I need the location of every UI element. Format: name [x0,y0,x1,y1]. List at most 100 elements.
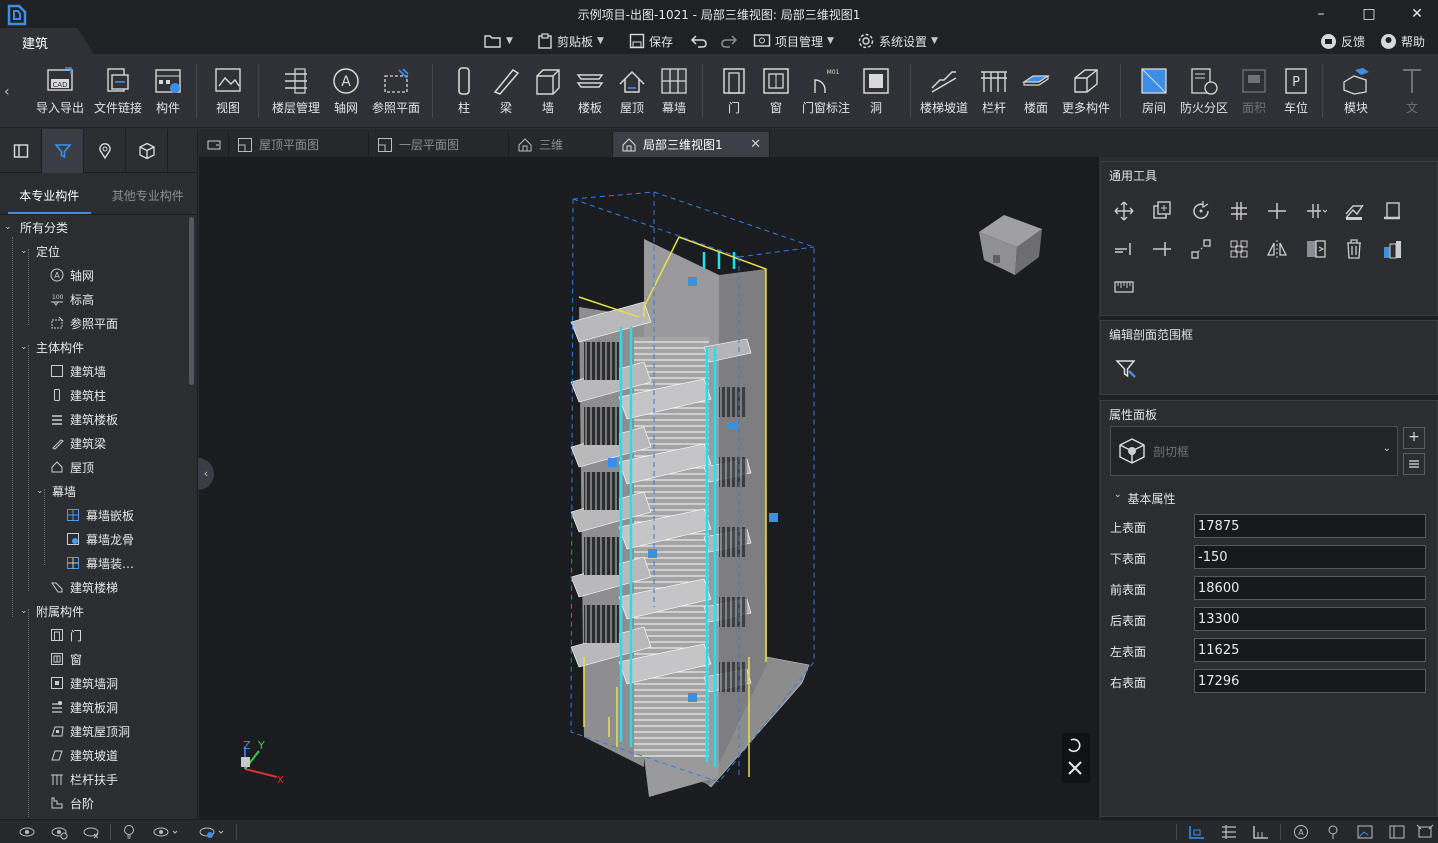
location-mode-button[interactable] [84,129,126,173]
grip-front[interactable] [648,549,657,558]
ribbon-scroll-left-icon[interactable]: ‹ [4,84,10,100]
tree-node-main-components[interactable]: ⌄ 主体构件 [20,336,84,358]
grip-left[interactable] [608,458,617,467]
ribbon-button-module[interactable]: 模块 [1328,66,1384,124]
tree-node-curtain-wall[interactable]: ⌄ 幕墙 [36,480,76,502]
light-bulb-icon[interactable] [120,824,138,840]
grip-bottom[interactable] [688,693,697,702]
copy-tool-button[interactable] [1149,198,1175,224]
grip-top[interactable] [688,277,697,286]
location-pin-icon[interactable] [1324,824,1342,840]
offset-tool-button[interactable] [1341,198,1367,224]
hide-eye-icon[interactable] [82,824,100,840]
property-value-input[interactable] [1194,514,1426,538]
close-tab-icon[interactable]: ✕ [750,137,761,152]
grid-snap-icon[interactable] [1188,824,1206,840]
tree-node-arch-slab[interactable]: 建筑楼板 [50,408,118,430]
wall-join-tool-button[interactable] [1111,236,1137,262]
type-selector[interactable]: 剖切框 ⌄ [1110,426,1398,476]
tree-node-positioning[interactable]: ⌄ 定位 [20,240,60,262]
isolate-eye-icon[interactable] [50,824,68,840]
render-mode-icon[interactable] [198,824,226,840]
tree-node-steps[interactable]: 台阶 [50,792,94,814]
tree-node-slab-opening[interactable]: 建筑板洞 [50,696,118,718]
add-type-button[interactable]: + [1403,427,1425,449]
property-value-input[interactable] [1194,607,1426,631]
tree-node-arch-stair[interactable]: 建筑楼梯 [50,576,118,598]
list-view-icon[interactable] [1220,824,1238,840]
tree-node-roof-opening[interactable]: 建筑屋顶洞 [50,720,130,742]
tree-node-window[interactable]: 窗 [50,648,82,670]
tab-architecture[interactable]: 建筑 [0,28,94,54]
grip-right[interactable] [769,513,778,522]
tree-node-elevation[interactable]: 100 标高 [50,288,94,310]
minimize-button[interactable]: – [1306,4,1336,24]
sidebar-toggle-button[interactable] [0,129,42,173]
grip-back[interactable] [728,421,737,430]
ribbon-button-component[interactable]: 构件 [140,66,196,124]
undo-button[interactable] [690,32,708,50]
measure-icon[interactable] [1252,824,1270,840]
tree-node-wall-opening[interactable]: 建筑墙洞 [50,672,118,694]
tab-3d[interactable]: 三维 [509,132,613,157]
tree-node-reference-plane[interactable]: 参照平面 [50,312,118,334]
tab-list-button[interactable] [199,132,229,157]
help-button[interactable]: 帮助 [1380,32,1425,50]
tab-local-3d-view[interactable]: 局部三维视图1 ✕ [613,132,770,157]
3d-array-tool-button[interactable] [1379,236,1405,262]
display-mode-icon[interactable] [152,824,180,840]
3d-viewport[interactable]: Z Y X [199,157,1099,819]
ribbon-button-text[interactable]: 文 [1384,66,1438,124]
property-value-input[interactable] [1194,638,1426,662]
tree-node-curtain-panel[interactable]: 幕墙嵌板 [66,504,134,526]
tree-node-all[interactable]: ⌄ 所有分类 [4,216,68,238]
maximize-button[interactable]: □ [1354,4,1384,24]
ribbon-button-reference-plane[interactable]: 参照平面 [368,66,424,124]
clipboard-menu[interactable]: 剪贴板 ▼ [537,32,604,50]
filter-mode-button[interactable] [42,129,84,173]
redo-button[interactable] [720,32,738,50]
move-tool-button[interactable] [1111,198,1137,224]
ribbon-button-more-components[interactable]: 更多构件 [1058,66,1114,124]
tree-node-railing[interactable]: 栏杆扶手 [50,768,118,790]
feedback-button[interactable]: 反馈 [1320,32,1365,50]
save-button[interactable]: 保存 [629,32,673,50]
panel-toggle-icon[interactable] [1388,824,1406,840]
array-tool-button[interactable] [1188,236,1214,262]
trim-extend-tool-button[interactable] [1303,198,1329,224]
property-value-input[interactable] [1194,669,1426,693]
tree-node-axis-grid[interactable]: A 轴网 [50,264,94,286]
delete-tool-button[interactable] [1341,236,1367,262]
replace-tool-button[interactable] [1303,236,1329,262]
ribbon-button-view[interactable]: 视图 [200,66,256,124]
type-settings-button[interactable] [1403,453,1425,475]
property-value-input[interactable] [1194,576,1426,600]
tree-node-arch-column[interactable]: 建筑柱 [50,384,106,406]
tree-node-attached-components[interactable]: ⌄ 附属构件 [20,600,84,622]
tree-node-ramp[interactable]: 建筑坡道 [50,744,118,766]
axis-toggle-icon[interactable]: A [1292,824,1310,840]
ribbon-button-curtain-wall[interactable]: 幕墙 [646,66,702,124]
visibility-eye-icon[interactable] [18,824,36,840]
split-element-tool-button[interactable] [1149,236,1175,262]
tab-other-discipline[interactable]: 其他专业构件 [99,173,198,214]
property-value-input[interactable] [1194,545,1426,569]
split-tool-button[interactable] [1264,198,1290,224]
align-tool-button[interactable] [1226,198,1252,224]
system-settings-menu[interactable]: 系统设置 ▼ [857,32,938,50]
project-management-menu[interactable]: 项目管理 ▼ [753,32,834,50]
tree-node-curtain-mullion[interactable]: 幕墙龙骨 [66,528,134,550]
fullscreen-icon[interactable] [1416,824,1434,840]
basic-properties-group[interactable]: ⌄ 基本属性 [1114,490,1176,507]
tab-this-discipline[interactable]: 本专业构件 [0,173,99,214]
tree-node-arch-beam[interactable]: 建筑梁 [50,432,106,454]
model-mode-button[interactable] [126,129,168,173]
rotate-tool-button[interactable] [1188,198,1214,224]
tree-node-door[interactable]: 门 [50,624,82,646]
section-filter-button[interactable] [1113,356,1139,382]
tree-scrollbar[interactable] [189,217,194,385]
tab-first-floor-plan[interactable]: 一层平面图 [369,132,509,157]
measure-tool-button[interactable] [1111,274,1137,300]
group-tool-button[interactable] [1226,236,1252,262]
ribbon-button-cad-import[interactable]: CAD 导入导出 [32,66,88,124]
